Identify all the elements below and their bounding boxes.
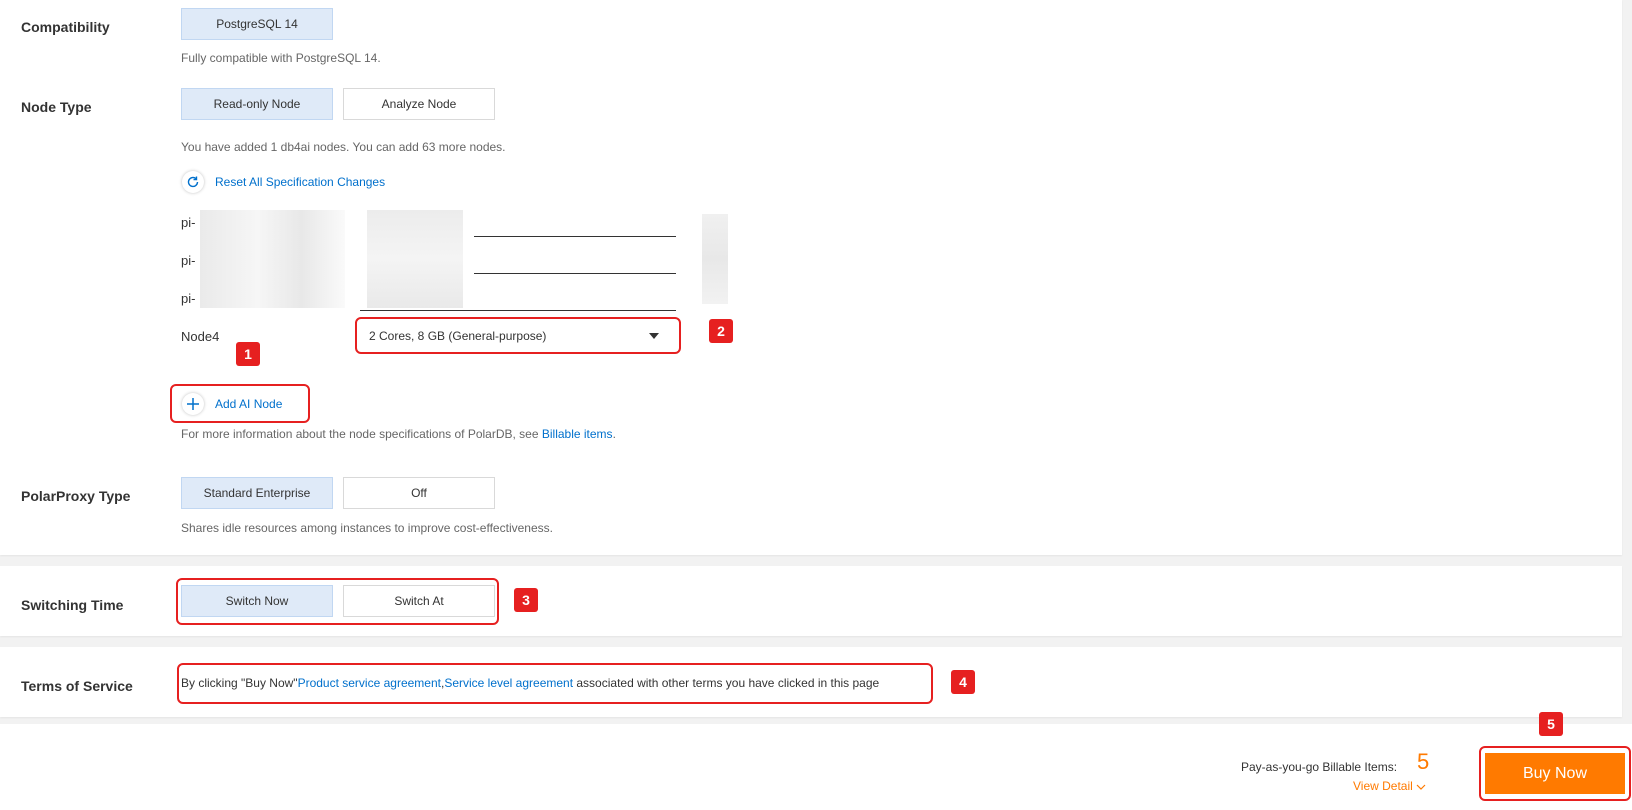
spec-underline-3 [360, 310, 676, 311]
terms-prefix: By clicking "Buy Now" [181, 676, 298, 690]
badge-2: 2 [709, 319, 733, 343]
proxy-off[interactable]: Off [343, 477, 495, 509]
terms-text: By clicking "Buy Now"Product service agr… [181, 676, 879, 690]
node-name-2: pi- [181, 253, 196, 268]
config-panel: Compatibility PostgreSQL 14 Fully compat… [0, 0, 1622, 555]
node-type-read-only[interactable]: Read-only Node [181, 88, 333, 120]
node-name-1: pi- [181, 215, 196, 230]
node-type-label: Node Type [21, 99, 92, 115]
switching-panel: Switching Time Switch Now Switch At 3 [0, 566, 1622, 636]
plus-icon[interactable] [182, 393, 204, 415]
proxy-type-label: PolarProxy Type [21, 488, 131, 504]
node-name-4: Node4 [181, 329, 220, 344]
terms-panel: Terms of Service By clicking "Buy Now"Pr… [0, 647, 1622, 717]
view-detail-label: View Detail [1353, 779, 1413, 793]
switching-time-label: Switching Time [21, 597, 124, 613]
billable-info-prefix: For more information about the node spec… [181, 427, 542, 441]
proxy-standard-enterprise[interactable]: Standard Enterprise [181, 477, 333, 509]
node4-spec-select[interactable]: 2 Cores, 8 GB (General-purpose) [359, 320, 677, 351]
terms-label: Terms of Service [21, 678, 133, 694]
chevron-down-icon [1416, 784, 1426, 790]
terms-suffix: associated with other terms you have cli… [573, 676, 880, 690]
proxy-hint: Shares idle resources among instances to… [181, 521, 553, 535]
billable-items-label: Pay-as-you-go Billable Items: [1241, 760, 1398, 774]
badge-1: 1 [236, 342, 260, 366]
refresh-icon[interactable] [182, 171, 204, 193]
reset-spec-link[interactable]: Reset All Specification Changes [215, 175, 385, 189]
compat-hint: Fully compatible with PostgreSQL 14. [181, 51, 381, 65]
billable-items-count: 5 [1417, 749, 1430, 774]
redacted-node-extra [702, 214, 728, 304]
badge-3: 3 [514, 588, 538, 612]
view-detail-link[interactable]: View Detail [1353, 779, 1426, 793]
service-level-agreement-link[interactable]: Service level agreement [444, 676, 573, 690]
spec-underline-2 [474, 273, 676, 274]
switch-now-option[interactable]: Switch Now [181, 585, 333, 617]
buy-now-button[interactable]: Buy Now [1485, 753, 1625, 794]
product-service-agreement-link[interactable]: Product service agreement [298, 676, 441, 690]
redacted-node-specs [367, 210, 463, 308]
billable-items-link[interactable]: Billable items [542, 427, 613, 441]
badge-5: 5 [1539, 712, 1563, 736]
billable-info: For more information about the node spec… [181, 427, 616, 441]
node-count-hint: You have added 1 db4ai nodes. You can ad… [181, 140, 506, 154]
billable-info-suffix: . [612, 427, 616, 441]
redacted-node-ids [200, 210, 345, 308]
spec-underline-1 [474, 236, 676, 237]
badge-4: 4 [951, 670, 975, 694]
caret-down-icon [649, 333, 659, 339]
node4-spec-value: 2 Cores, 8 GB (General-purpose) [369, 328, 547, 343]
add-ai-node-button[interactable]: Add AI Node [215, 397, 282, 411]
compat-option-pg14[interactable]: PostgreSQL 14 [181, 8, 333, 40]
node-name-3: pi- [181, 291, 196, 306]
switch-at-option[interactable]: Switch At [343, 585, 495, 617]
compatibility-label: Compatibility [21, 19, 110, 35]
node-type-analyze[interactable]: Analyze Node [343, 88, 495, 120]
